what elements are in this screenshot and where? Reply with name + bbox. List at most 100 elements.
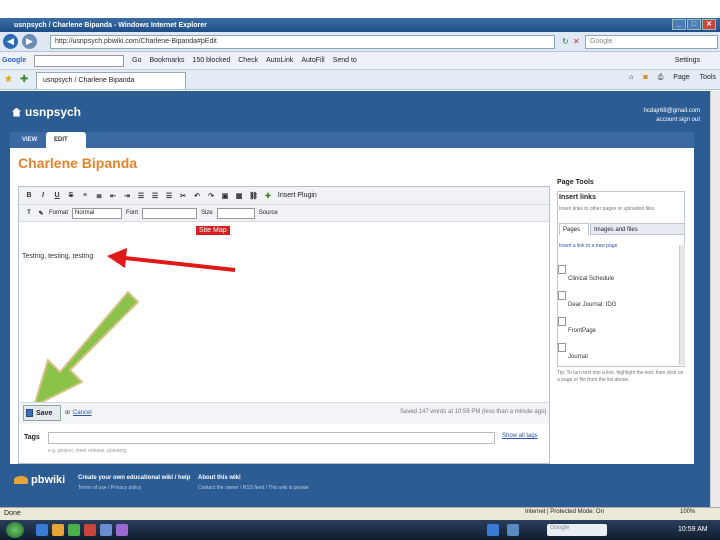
favorites-star-icon[interactable]: ★ — [4, 74, 13, 85]
word-icon[interactable] — [100, 524, 112, 536]
bullet-list-icon[interactable]: ≡ — [81, 192, 89, 199]
feeds-icon[interactable]: ◙ — [643, 74, 647, 82]
account-links[interactable]: account sign out — [644, 116, 700, 125]
app-icon[interactable] — [84, 524, 96, 536]
status-text: Done — [4, 510, 21, 517]
refresh-icon[interactable]: ↻ — [562, 37, 569, 46]
user-email: hcdajr68@gmail.com — [643, 108, 700, 114]
document-icon — [558, 343, 566, 352]
cut-icon[interactable]: ✂ — [179, 192, 187, 200]
send-to-button[interactable]: Send to — [333, 57, 357, 64]
align-center-icon[interactable]: ☰ — [151, 192, 159, 200]
indent-icon[interactable]: ⇥ — [123, 192, 131, 200]
footer-contact-link[interactable]: Contact the owner / RSS feed / This wiki… — [198, 485, 309, 491]
insert-plugin-button[interactable]: Insert Plugin — [278, 192, 317, 199]
page-tab-bar — [10, 132, 694, 148]
back-icon[interactable]: ◀ — [3, 34, 18, 49]
autofill-button[interactable]: AutoFill — [301, 57, 324, 64]
page-menu[interactable]: Page — [673, 74, 689, 82]
align-right-icon[interactable]: ☰ — [165, 192, 173, 200]
google-go-button[interactable]: Go — [132, 57, 141, 64]
search-input[interactable]: Google — [585, 35, 718, 49]
document-icon — [558, 291, 566, 300]
image-icon[interactable]: ▣ — [221, 192, 229, 200]
maximize-button[interactable]: □ — [687, 19, 701, 30]
underline-button[interactable]: U — [53, 192, 61, 199]
editor-body-text[interactable]: Testing, testing, testing — [22, 253, 93, 260]
format-select[interactable]: Normal — [72, 207, 123, 219]
tab-edit[interactable]: EDIT — [46, 132, 86, 148]
minimize-button[interactable]: _ — [672, 19, 686, 30]
strike-button[interactable]: S — [67, 192, 75, 199]
table-icon[interactable]: ▦ — [235, 192, 243, 200]
tab-view[interactable]: VIEW — [14, 132, 45, 148]
page-scrollbar[interactable] — [710, 91, 720, 507]
google-toolbar: Google Go Bookmarks 150 blocked Check Au… — [0, 52, 720, 70]
align-left-icon[interactable]: ☰ — [137, 192, 145, 200]
page-tools-tip: Tip: To turn text into a link, highlight… — [557, 370, 684, 383]
window-task-icon[interactable] — [507, 524, 519, 536]
footer-create-link[interactable]: Create your own educational wiki / help — [78, 475, 190, 481]
tags-input[interactable] — [48, 432, 495, 444]
browser-tab[interactable]: usnpsych / Charlene Bipanda — [36, 72, 186, 89]
address-bar[interactable]: http://usnpsych.pbwiki.com/Charlene-Bipa… — [50, 35, 555, 49]
list-item[interactable]: FrontPage — [558, 317, 596, 334]
tab-images-files[interactable]: Images and files — [590, 223, 685, 235]
start-button[interactable] — [6, 522, 24, 538]
explorer-icon[interactable] — [52, 524, 64, 536]
google-search-box[interactable] — [34, 54, 125, 67]
tools-menu[interactable]: Tools — [700, 74, 716, 82]
undo-icon[interactable]: ↶ — [193, 192, 201, 200]
bold-button[interactable]: B — [25, 192, 33, 199]
folder-icon[interactable] — [116, 524, 128, 536]
bookmarks-button[interactable]: Bookmarks — [149, 57, 184, 64]
highlight-icon[interactable]: ✎ — [37, 210, 45, 217]
home-icon — [12, 107, 21, 117]
forward-icon[interactable]: ▶ — [22, 34, 37, 49]
list-item[interactable]: Dear Journal: IDG — [558, 291, 616, 308]
outdent-icon[interactable]: ⇤ — [109, 192, 117, 200]
text-color-icon[interactable]: T — [25, 210, 33, 216]
size-select[interactable] — [216, 207, 255, 219]
save-button[interactable]: Save — [23, 405, 61, 421]
cancel-link[interactable]: Cancel — [73, 410, 92, 416]
source-button[interactable]: Source — [259, 210, 278, 216]
autolink-button[interactable]: AutoLink — [266, 57, 293, 64]
new-page-link[interactable]: Insert a link to a new page — [559, 243, 617, 249]
print-icon[interactable]: ⎙ — [658, 74, 664, 82]
media-icon[interactable] — [68, 524, 80, 536]
tags-hint: e.g. project, meet release, planning — [48, 448, 127, 454]
pbwiki-logo[interactable]: pbwiki — [14, 474, 65, 486]
check-button[interactable]: Check — [238, 57, 258, 64]
list-item[interactable]: Clinical Schedule — [558, 265, 614, 282]
tab-pages[interactable]: Pages — [559, 223, 589, 235]
list-item[interactable]: Journal — [558, 343, 588, 360]
browser-tab-row: ★ ✚ usnpsych / Charlene Bipanda ⌂ ◙ ⎙ Pa… — [0, 70, 720, 90]
popup-blocked-button[interactable]: 150 blocked — [192, 57, 230, 64]
show-all-tags-link[interactable]: Show all tags — [502, 433, 538, 439]
settings-button[interactable]: Settings — [675, 57, 700, 64]
footer-terms-link[interactable]: Terms of use / Privacy policy — [78, 485, 141, 491]
page-list-scrollbar[interactable] — [679, 245, 685, 365]
site-logo[interactable]: usnpsych — [12, 105, 81, 119]
ie-task-icon[interactable] — [487, 524, 499, 536]
home-icon[interactable]: ⌂ — [629, 74, 633, 82]
add-favorite-icon[interactable]: ✚ — [20, 74, 28, 85]
stop-icon[interactable]: ✕ — [573, 37, 580, 46]
italic-button[interactable]: I — [39, 192, 47, 199]
redo-icon[interactable]: ↷ — [207, 192, 215, 200]
plugin-icon: ✚ — [264, 192, 271, 200]
protected-mode-status[interactable]: Internet | Protected Mode: On — [525, 509, 604, 515]
ie-icon[interactable] — [36, 524, 48, 536]
zoom-level[interactable]: 100% — [680, 509, 695, 515]
site-footer — [10, 467, 694, 497]
site-map-plugin[interactable]: Site Map — [196, 226, 230, 235]
page-title: Charlene Bipanda — [18, 155, 138, 171]
list-item-label: Clinical Schedule — [568, 276, 615, 282]
link-icon[interactable]: ⛓ — [249, 192, 258, 200]
font-select[interactable] — [142, 207, 198, 219]
google-logo: Google — [2, 57, 27, 64]
taskbar-search[interactable]: Google — [547, 524, 607, 536]
close-button[interactable]: ✕ — [702, 19, 716, 30]
number-list-icon[interactable]: ≣ — [95, 192, 103, 200]
